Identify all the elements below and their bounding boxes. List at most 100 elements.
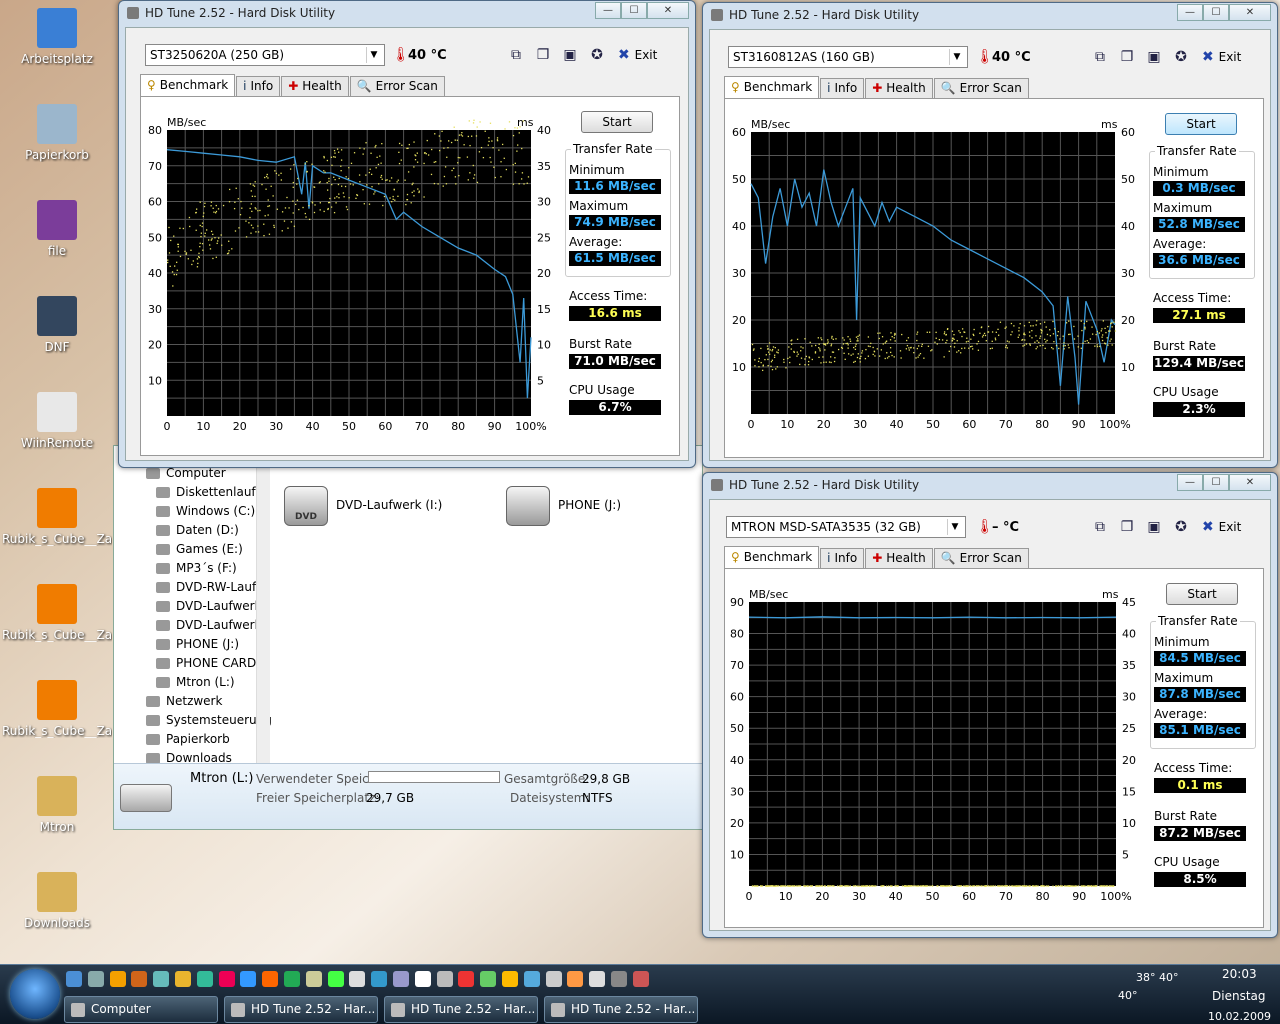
quick-launch-icon[interactable] [175,971,191,987]
quick-launch-icon[interactable] [414,971,431,987]
nav-item[interactable]: DVD-RW-Laufv [114,578,274,597]
tab-benchmark[interactable]: ♀ Benchmark [724,546,820,568]
nav-item[interactable]: PHONE (J:) [114,635,274,654]
quick-launch-icon[interactable] [109,971,126,987]
quick-launch-icon[interactable] [87,971,104,987]
tray-icons[interactable] [1160,989,1200,1019]
drive-select[interactable]: ST3250620A (250 GB) ▼ [145,44,385,66]
nav-item[interactable]: Diskettenlaufw [114,483,274,502]
quick-launch-icon[interactable] [436,971,453,987]
taskbar-button[interactable]: HD Tune 2.52 - Har... [544,996,698,1023]
nav-item[interactable]: Mtron (L:) [114,673,274,692]
exit-button[interactable]: ✖ Exit [1202,519,1241,535]
taskbar-button[interactable]: Computer [64,996,218,1023]
maximize-button[interactable]: ☐ [1203,4,1229,21]
quick-launch-icon[interactable] [305,971,322,987]
desktop-icon[interactable]: Downloads [2,868,112,958]
quick-launch-icon[interactable] [284,971,300,987]
quick-launch-icon[interactable] [567,971,584,987]
quick-launch-icon[interactable] [393,971,409,987]
nav-item[interactable]: PHONE CARD [114,654,274,673]
maximize-button[interactable]: ☐ [621,2,647,19]
quick-launch-icon[interactable] [589,971,606,987]
close-button[interactable]: ✕ [1229,474,1271,491]
copy-all-icon[interactable]: ❐ [1117,518,1137,536]
nav-item[interactable]: Windows (C:) [114,502,274,521]
nav-scrollbar[interactable] [256,446,270,764]
clock-date[interactable]: 10.02.2009 [1208,1010,1271,1023]
quick-launch-icon[interactable] [480,971,497,987]
quick-launch-icon[interactable] [131,971,148,987]
quick-launch-icon[interactable] [153,971,170,987]
close-button[interactable]: ✕ [647,2,689,19]
chevron-down-icon[interactable]: ▼ [947,519,962,535]
options-icon[interactable]: ✪ [1171,48,1191,66]
quick-launch-icon[interactable] [545,971,562,987]
nav-item[interactable]: DVD-Laufwerk [114,616,274,635]
quick-launch-icon[interactable] [218,971,235,987]
tab-benchmark[interactable]: ♀ Benchmark [724,76,820,98]
drive-icon[interactable]: DVD [284,486,328,526]
desktop-icon[interactable]: file [2,196,112,286]
minimize-button[interactable]: — [595,2,621,19]
copy-icon[interactable]: ⧉ [506,46,526,64]
quick-launch-icon[interactable] [262,971,279,987]
taskbar-button[interactable]: HD Tune 2.52 - Har... [224,996,378,1023]
drive-label[interactable]: DVD-Laufwerk (I:) [336,498,442,512]
options-icon[interactable]: ✪ [587,46,607,64]
desktop-icon[interactable]: Arbeitsplatz [2,4,112,94]
nav-item[interactable]: Daten (D:) [114,521,274,540]
quick-launch-icon[interactable] [371,971,388,987]
quick-launch-icon[interactable] [523,971,540,987]
minimize-button[interactable]: — [1177,474,1203,491]
tab-error-scan[interactable]: 🔍 Error Scan [933,548,1029,568]
nav-item[interactable]: Games (E:) [114,540,274,559]
clock-time[interactable]: 20:03 [1222,967,1257,981]
quick-launch-icon[interactable] [458,971,475,987]
copy-icon[interactable]: ⧉ [1090,518,1110,536]
start-button[interactable] [10,969,60,1019]
nav-item[interactable]: Netzwerk [114,692,274,711]
quick-launch-icon[interactable] [66,971,82,987]
tab-info[interactable]: i Info [820,78,865,98]
desktop-icon[interactable]: Mtron [2,772,112,862]
desktop-icon[interactable]: DNF [2,292,112,382]
save-icon[interactable]: ▣ [560,46,580,64]
exit-button[interactable]: ✖ Exit [618,47,657,63]
drive-label[interactable]: PHONE (J:) [558,498,621,512]
exit-button[interactable]: ✖ Exit [1202,49,1241,65]
tab-info[interactable]: i Info [820,548,865,568]
nav-item[interactable]: Systemsteuerung [114,711,274,730]
quick-launch-icon[interactable] [349,971,366,987]
options-icon[interactable]: ✪ [1171,518,1191,536]
close-button[interactable]: ✕ [1229,4,1271,21]
start-button[interactable]: Start [1166,583,1238,605]
drive-select[interactable]: MTRON MSD-SATA3535 (32 GB) ▼ [726,516,966,538]
desktop-icon[interactable]: Papierkorb [2,100,112,190]
start-button[interactable]: Start [581,111,653,133]
quick-launch-icon[interactable] [502,971,518,987]
nav-item[interactable]: Papierkorb [114,730,274,749]
title-bar[interactable]: HD Tune 2.52 - Hard Disk Utility — ☐ ✕ [119,1,695,25]
save-icon[interactable]: ▣ [1144,48,1164,66]
quick-launch-icon[interactable] [196,971,213,987]
title-bar[interactable]: HD Tune 2.52 - Hard Disk Utility — ☐ ✕ [703,3,1277,27]
nav-item[interactable]: MP3´s (F:) [114,559,274,578]
tab-error-scan[interactable]: 🔍 Error Scan [933,78,1029,98]
copy-all-icon[interactable]: ❐ [533,46,553,64]
quick-launch-icon[interactable] [611,971,627,987]
chevron-down-icon[interactable]: ▼ [366,47,381,63]
tab-error-scan[interactable]: 🔍 Error Scan [349,76,445,96]
maximize-button[interactable]: ☐ [1203,474,1229,491]
save-icon[interactable]: ▣ [1144,518,1164,536]
minimize-button[interactable]: — [1177,4,1203,21]
tab-benchmark[interactable]: ♀ Benchmark [140,74,236,96]
copy-icon[interactable]: ⧉ [1090,48,1110,66]
quick-launch-icon[interactable] [327,971,344,987]
copy-all-icon[interactable]: ❐ [1117,48,1137,66]
quick-launch-icon[interactable] [632,971,649,987]
tab-health[interactable]: ✚ Health [865,78,933,98]
tab-health[interactable]: ✚ Health [281,76,349,96]
nav-item[interactable]: DVD-Laufwerk [114,597,274,616]
chevron-down-icon[interactable]: ▼ [949,49,964,65]
